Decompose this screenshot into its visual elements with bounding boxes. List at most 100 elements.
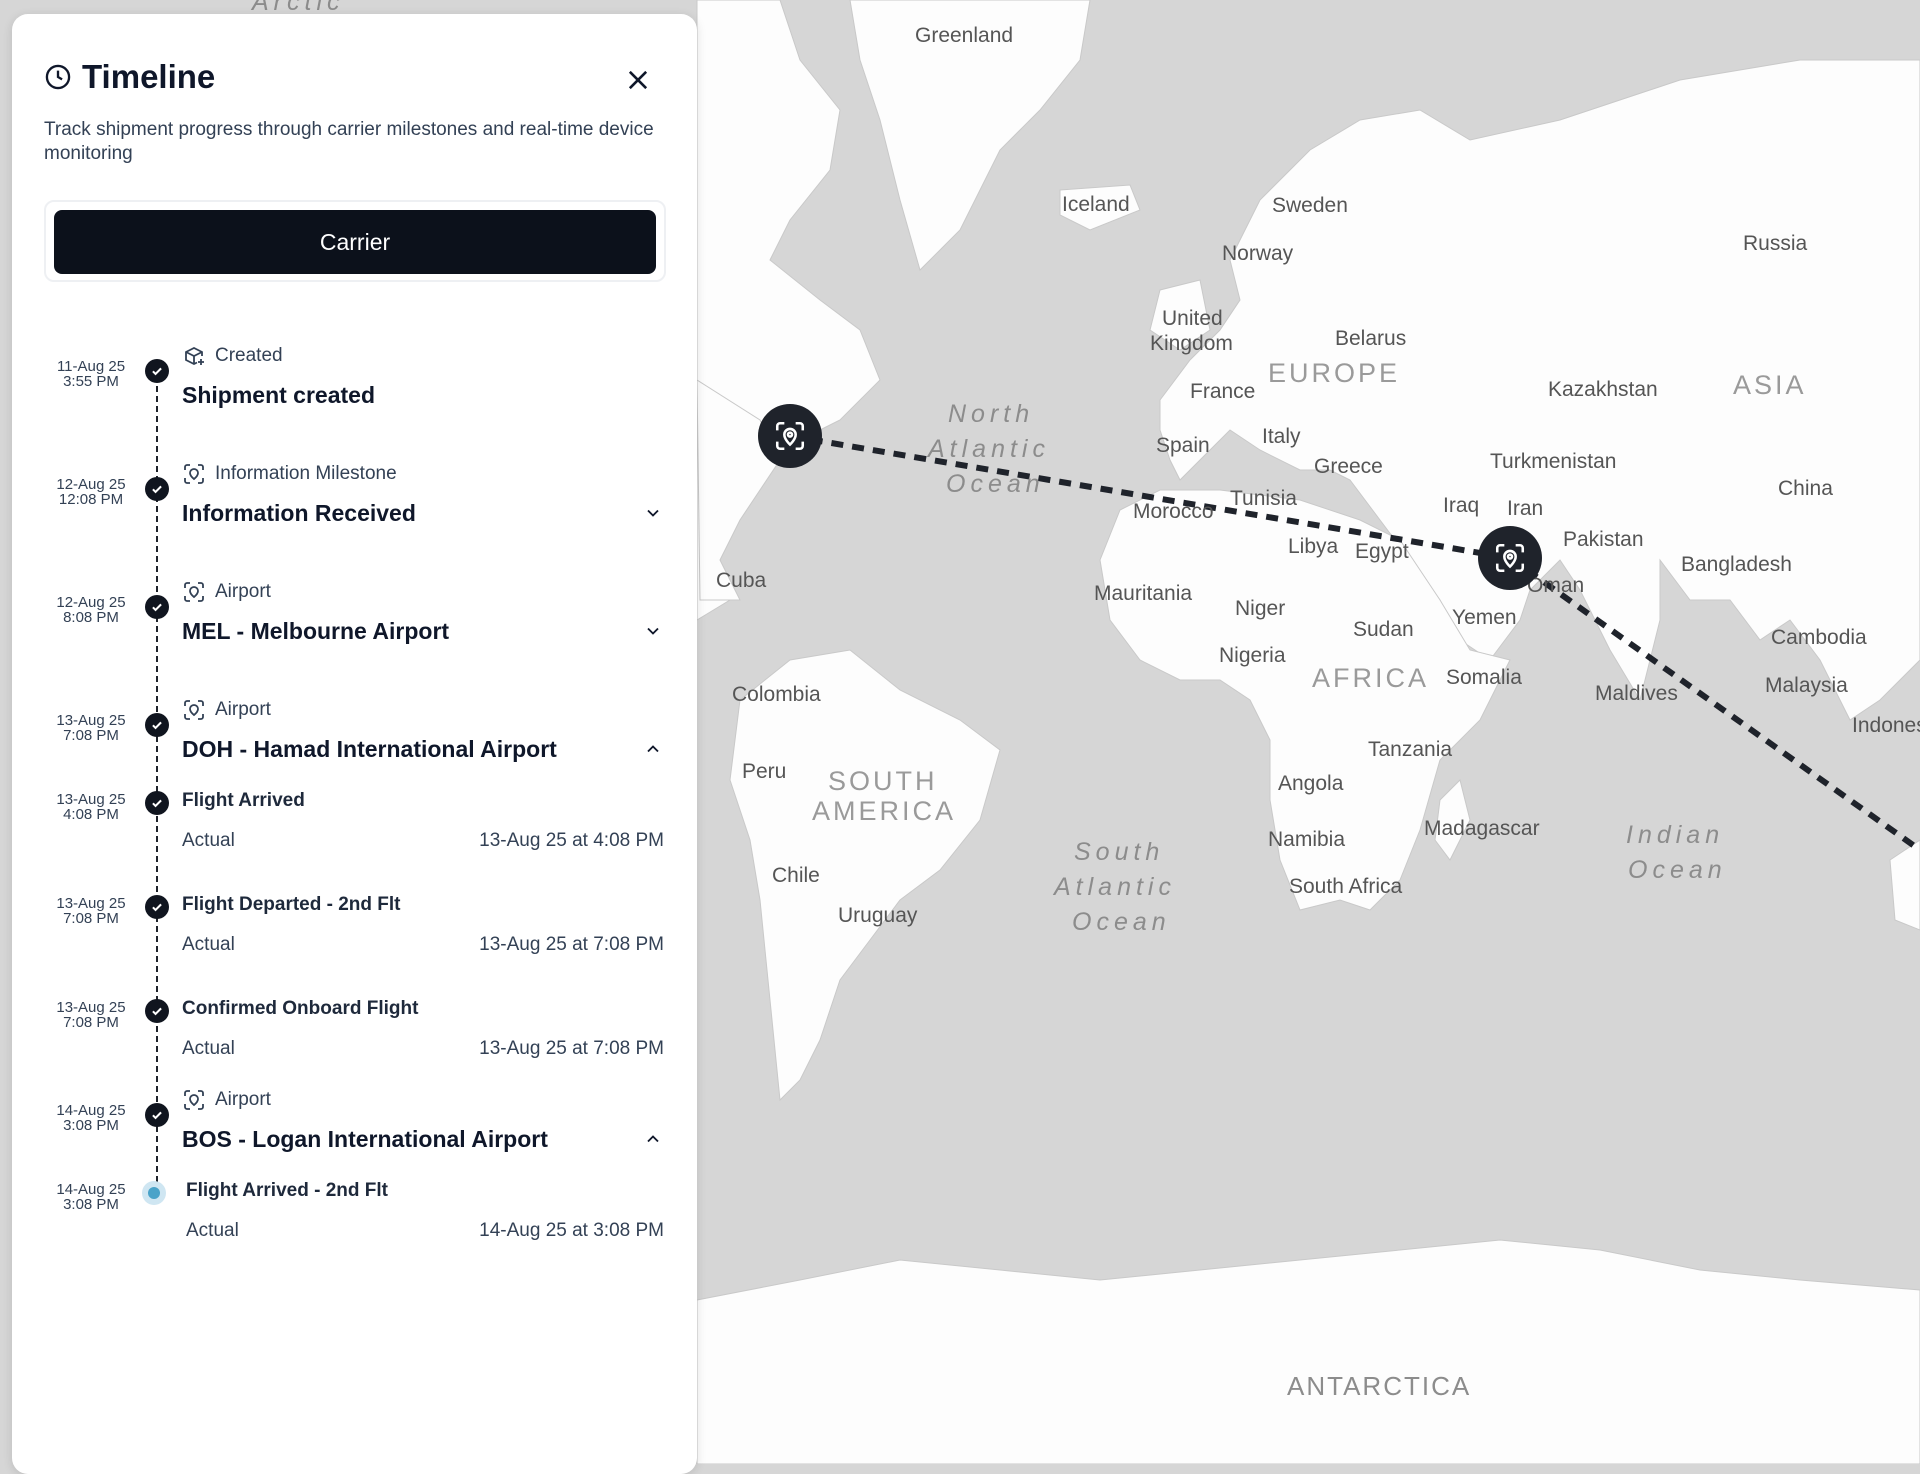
map-label-somalia: Somalia (1446, 666, 1522, 689)
map-label-niger: Niger (1235, 597, 1285, 620)
map-label-libya: Libya (1288, 535, 1339, 558)
map-label-belarus: Belarus (1335, 327, 1406, 350)
event-done-dot (145, 895, 169, 919)
map-label-greece: Greece (1314, 455, 1383, 478)
map-label-ocean: Ocean (946, 470, 1045, 498)
map-label-south-africa: South Africa (1289, 875, 1403, 898)
check-icon (152, 603, 162, 612)
timeline-panel: Timeline Track shipment progress through… (12, 14, 697, 1474)
scan-location-icon (184, 700, 204, 720)
category-label: Airport (215, 581, 271, 602)
map-label-spain: Spain (1156, 434, 1210, 457)
timeline-date: 13-Aug 25 7:08 PM (56, 895, 126, 927)
expand-toggle[interactable] (640, 618, 666, 644)
pin-location-icon (775, 421, 805, 451)
actual-label: Actual (186, 1220, 239, 1241)
category-label: Created (215, 345, 283, 366)
map-label-antarctica: ANTARCTICA (1287, 1371, 1471, 1401)
milestone-title: Information Received (182, 500, 416, 526)
milestone-title: BOS - Logan International Airport (182, 1126, 548, 1152)
actual-value: 13-Aug 25 at 7:08 PM (479, 934, 664, 955)
map-label-italy: Italy (1262, 425, 1301, 448)
map-label-france: France (1190, 380, 1255, 403)
map-label-mauritania: Mauritania (1094, 582, 1192, 605)
check-icon (152, 799, 162, 808)
pin-location-icon (1495, 543, 1525, 573)
milestone-done-dot (145, 713, 169, 737)
map-label-iran: Iran (1507, 497, 1543, 520)
clock-icon (45, 64, 71, 90)
collapse-toggle[interactable] (640, 1126, 666, 1152)
map-label-north: North (948, 400, 1034, 428)
map-pin-origin[interactable] (758, 404, 822, 468)
event-title: Flight Arrived (182, 790, 305, 811)
map-label-bangladesh: Bangladesh (1681, 553, 1792, 576)
close-icon (628, 70, 648, 90)
milestone-done-dot (145, 359, 169, 383)
map-label-malaysia: Malaysia (1765, 674, 1848, 697)
map-label-peru: Peru (742, 760, 786, 783)
map-pin-transit[interactable] (1478, 526, 1542, 590)
chevron-down-icon (647, 627, 659, 635)
category-label: Information Milestone (215, 463, 397, 484)
check-icon (152, 903, 162, 912)
chevron-down-icon (647, 509, 659, 517)
milestone-category: Airport (182, 698, 271, 722)
map-label-greenland: Greenland (915, 24, 1013, 47)
current-event-dot (142, 1181, 166, 1205)
check-icon (152, 485, 162, 494)
map-label-iceland: Iceland (1062, 193, 1130, 216)
map-label-south-atlantic-ocean: Ocean (1072, 908, 1171, 936)
map-label-norway: Norway (1222, 242, 1294, 265)
timeline-date: 13-Aug 25 7:08 PM (56, 712, 126, 744)
map-label-yemen: Yemen (1452, 606, 1517, 629)
milestone-category: Airport (182, 580, 271, 604)
map-label-colombia: Colombia (732, 683, 821, 706)
check-icon (152, 1111, 162, 1120)
map-label-africa: AFRICA (1312, 663, 1429, 693)
scan-location-icon (184, 464, 204, 484)
milestone-done-dot (145, 1103, 169, 1127)
event-done-dot (145, 999, 169, 1023)
map-label-kingdom: Kingdom (1150, 332, 1233, 355)
actual-value: 13-Aug 25 at 7:08 PM (479, 1038, 664, 1059)
map-label-chile: Chile (772, 864, 820, 887)
panel-header: Timeline (44, 58, 215, 96)
milestone-title: Shipment created (182, 382, 375, 408)
category-label: Airport (215, 699, 271, 720)
milestone-done-dot (145, 595, 169, 619)
timeline-date: 14-Aug 25 3:08 PM (56, 1181, 126, 1213)
check-icon (152, 721, 162, 730)
map-label-indian-ocean: Ocean (1628, 856, 1727, 884)
actual-label: Actual (182, 830, 235, 851)
timeline-date: 13-Aug 25 4:08 PM (56, 791, 126, 823)
collapse-toggle[interactable] (640, 736, 666, 762)
actual-label: Actual (182, 934, 235, 955)
check-icon (152, 367, 162, 376)
map-label-south-atlantic: Atlantic (1052, 873, 1176, 901)
actual-value: 14-Aug 25 at 3:08 PM (479, 1220, 664, 1241)
category-label: Airport (215, 1089, 271, 1110)
map-label-maldives: Maldives (1595, 682, 1678, 705)
map-label-atlantic: Atlantic (926, 435, 1050, 463)
check-icon (152, 1007, 162, 1016)
map-label-tunisia: Tunisia (1230, 487, 1297, 510)
chevron-up-icon (647, 1135, 659, 1143)
map-label-iraq: Iraq (1443, 494, 1479, 517)
map-label-america: AMERICA (812, 796, 956, 826)
map-label-egypt: Egypt (1355, 540, 1409, 563)
close-button[interactable] (616, 58, 660, 102)
map-label-europe: EUROPE (1268, 358, 1400, 388)
panel-description: Track shipment progress through carrier … (44, 119, 654, 164)
map-label-angola: Angola (1278, 772, 1344, 795)
expand-toggle[interactable] (640, 500, 666, 526)
timeline-date: 13-Aug 25 7:08 PM (56, 999, 126, 1031)
timeline-date: 12-Aug 25 12:08 PM (56, 476, 126, 508)
tab-carrier[interactable]: Carrier (54, 210, 656, 274)
map-label-sudan: Sudan (1353, 618, 1414, 641)
milestone-title: MEL - Melbourne Airport (182, 618, 450, 644)
scan-location-icon (184, 1090, 204, 1110)
map-label-sweden: Sweden (1272, 194, 1348, 217)
event-done-dot (145, 791, 169, 815)
map-label-turkmenistan: Turkmenistan (1490, 450, 1616, 473)
